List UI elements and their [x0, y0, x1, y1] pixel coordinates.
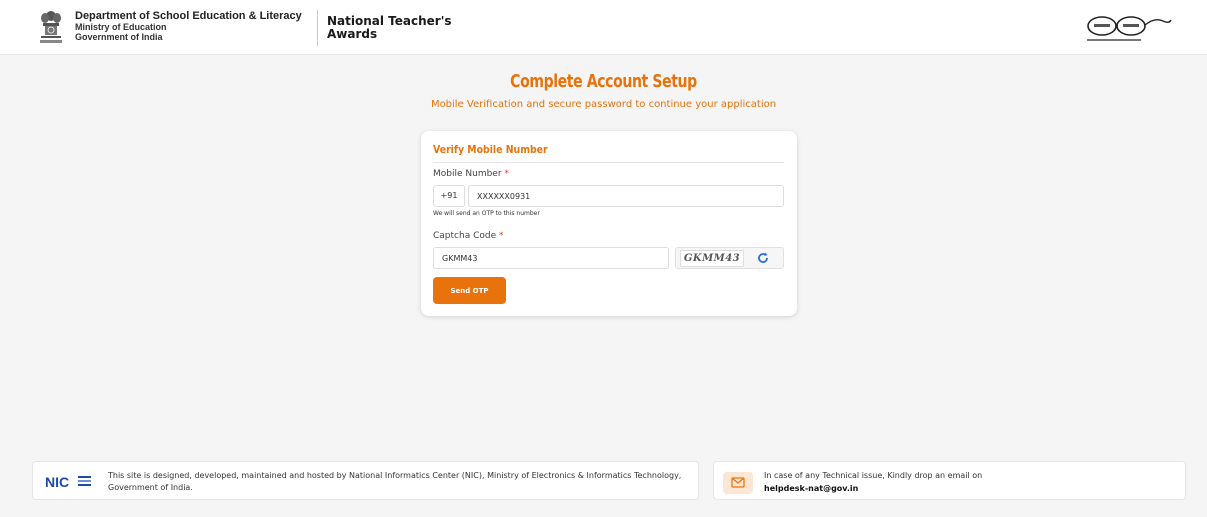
section-title: Verify Mobile Number: [433, 143, 548, 156]
refresh-icon[interactable]: [756, 251, 770, 265]
mobile-number-label: Mobile Number *: [433, 169, 509, 179]
page-title: Complete Account Setup: [510, 71, 697, 92]
svg-text:NIC: NIC: [45, 474, 69, 490]
required-mark: *: [499, 231, 504, 241]
captcha-label-text: Captcha Code: [433, 231, 497, 241]
captcha-label: Captcha Code *: [433, 231, 504, 241]
nic-footer-box: NIC This site is designed, developed, ma…: [32, 461, 699, 500]
send-otp-button[interactable]: Send OTP: [433, 277, 506, 304]
help-email-link[interactable]: helpdesk-nat@gov.in: [764, 484, 858, 493]
national-emblem-icon: [40, 11, 62, 43]
mail-icon: [731, 477, 745, 488]
required-mark: *: [504, 169, 509, 179]
section-divider: [433, 162, 784, 163]
verify-mobile-card: Verify Mobile Number Mobile Number * +91…: [421, 131, 797, 316]
swachh-bharat-logo: [1087, 16, 1172, 41]
page-subtitle: Mobile Verification and secure password …: [430, 99, 777, 110]
portal-title-line2: Awards: [327, 27, 378, 41]
help-text: In case of any Technical issue, Kindly d…: [764, 471, 983, 480]
otp-hint-text: We will send an OTP to this number: [433, 210, 540, 217]
mobile-number-label-text: Mobile Number: [433, 169, 502, 179]
department-block: Department of School Education & Literac…: [75, 10, 302, 42]
ministry-name: Ministry of Education: [75, 22, 167, 32]
mail-icon-box: [723, 472, 753, 494]
country-code-prefix: +91: [433, 185, 465, 207]
header-divider: [317, 10, 318, 46]
nic-credit-text: This site is designed, developed, mainta…: [108, 471, 682, 492]
nic-logo: NIC: [45, 474, 91, 490]
site-header: Department of School Education & Literac…: [0, 0, 1207, 55]
portal-title: National Teacher's Awards: [327, 15, 452, 41]
captcha-image: GKMM43: [680, 250, 744, 267]
captcha-widget: GKMM43: [675, 247, 784, 269]
captcha-input[interactable]: [433, 247, 669, 269]
government-name: Government of India: [75, 32, 163, 42]
department-name: Department of School Education & Literac…: [75, 10, 302, 22]
help-footer-box: In case of any Technical issue, Kindly d…: [713, 461, 1186, 500]
mobile-number-input[interactable]: [468, 185, 784, 207]
